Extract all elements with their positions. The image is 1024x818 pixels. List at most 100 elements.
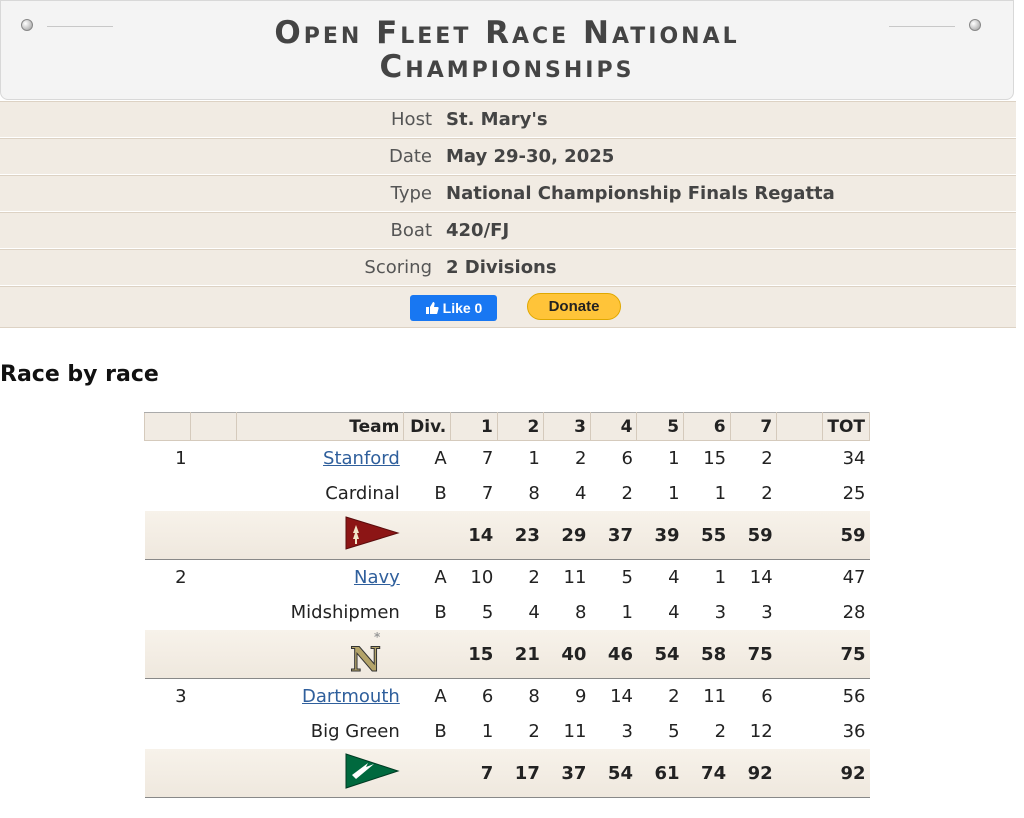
- cumulative-row: 717375461749292: [145, 749, 870, 798]
- table-row: [145, 798, 870, 818]
- race-score-cell: 10: [451, 560, 498, 596]
- division-cell: B: [404, 714, 451, 749]
- race-score-cell: 1: [497, 441, 544, 477]
- race-score-cell: 4: [544, 476, 591, 511]
- race-score-cell: 2: [730, 441, 777, 477]
- mascot-cell: Midshipmen: [236, 595, 403, 630]
- donate-button[interactable]: Donate: [527, 293, 621, 320]
- cumulative-score-cell: 55: [684, 511, 731, 560]
- col-race-4: 4: [590, 413, 637, 441]
- svg-text:N: N: [350, 640, 381, 673]
- cumulative-score-cell: 29: [544, 511, 591, 560]
- race-score-cell: 1: [637, 476, 684, 511]
- cumulative-row: 1423293739555959: [145, 511, 870, 560]
- cumulative-score-cell: 14: [451, 511, 498, 560]
- info-label: Scoring: [0, 257, 446, 278]
- race-score-cell: 2: [684, 714, 731, 749]
- race-score-cell: 4: [497, 595, 544, 630]
- pin-left-icon: [21, 19, 33, 31]
- race-score-cell: 4: [637, 595, 684, 630]
- regatta-banner: Open Fleet Race National Championships: [0, 0, 1014, 100]
- school-link[interactable]: Stanford: [323, 448, 400, 469]
- col-race-5: 5: [637, 413, 684, 441]
- social-bar: Like 0 Donate: [0, 286, 1016, 328]
- burgee-cell: [236, 511, 403, 560]
- race-score-cell: 15: [684, 441, 731, 477]
- info-boat: Boat 420/FJ: [0, 212, 1016, 249]
- cumulative-score-cell: 75: [730, 630, 777, 679]
- race-score-cell: 2: [497, 560, 544, 596]
- total-cell: 75: [822, 630, 869, 679]
- col-team: Team: [236, 413, 403, 441]
- info-type: Type National Championship Finals Regatt…: [0, 175, 1016, 212]
- cumulative-score-cell: 39: [637, 511, 684, 560]
- race-score-cell: 1: [684, 560, 731, 596]
- race-score-cell: 3: [730, 595, 777, 630]
- info-label: Boat: [0, 220, 446, 241]
- cumulative-score-cell: 46: [590, 630, 637, 679]
- thumbs-up-icon: [425, 301, 439, 315]
- table-row: 1StanfordA7126115234: [145, 441, 870, 477]
- race-score-cell: 14: [730, 560, 777, 596]
- info-label: Host: [0, 109, 446, 130]
- division-cell: B: [404, 476, 451, 511]
- rank-cell: 2: [145, 560, 191, 596]
- race-score-cell: 1: [637, 441, 684, 477]
- regatta-title: Open Fleet Race National Championships: [1, 16, 1013, 84]
- info-scoring: Scoring 2 Divisions: [0, 249, 1016, 286]
- divider: [47, 26, 113, 27]
- race-score-cell: 11: [684, 679, 731, 715]
- race-score-cell: 2: [637, 679, 684, 715]
- cumulative-score-cell: 58: [684, 630, 731, 679]
- school-link[interactable]: Navy: [354, 567, 400, 588]
- race-score-cell: 8: [497, 679, 544, 715]
- total-cell: 25: [822, 476, 869, 511]
- school-cell: Stanford: [236, 441, 403, 477]
- division-cell: A: [404, 679, 451, 715]
- cumulative-score-cell: 40: [544, 630, 591, 679]
- col-div: Div.: [404, 413, 451, 441]
- col-race-6: 6: [684, 413, 731, 441]
- table-row: MidshipmenB548143328: [145, 595, 870, 630]
- info-date: Date May 29-30, 2025: [0, 138, 1016, 175]
- cumulative-row: *N1521404654587575: [145, 630, 870, 679]
- regatta-info: Host St. Mary's Date May 29-30, 2025 Typ…: [0, 101, 1016, 328]
- race-score-cell: 4: [637, 560, 684, 596]
- col-total: TOT: [822, 413, 869, 441]
- total-cell: 59: [822, 511, 869, 560]
- total-cell: 92: [822, 749, 869, 798]
- race-score-cell: 1: [590, 595, 637, 630]
- race-score-cell: 11: [544, 560, 591, 596]
- race-score-cell: 5: [451, 595, 498, 630]
- total-cell: 56: [822, 679, 869, 715]
- info-value: May 29-30, 2025: [446, 146, 614, 167]
- table-header-row: Team Div. 1 2 3 4 5 6 7 TOT: [145, 413, 870, 441]
- col-race-3: 3: [544, 413, 591, 441]
- cumulative-score-cell: 92: [730, 749, 777, 798]
- school-link[interactable]: Dartmouth: [302, 686, 400, 707]
- race-score-cell: 8: [497, 476, 544, 511]
- col-race-1: 1: [451, 413, 498, 441]
- mascot-cell: Cardinal: [236, 476, 403, 511]
- table-body: 1StanfordA7126115234CardinalB78421122514…: [145, 441, 870, 818]
- facebook-like-button[interactable]: Like 0: [410, 295, 497, 321]
- race-score-cell: 2: [730, 476, 777, 511]
- cumulative-score-cell: 7: [451, 749, 498, 798]
- race-score-cell: 1: [451, 714, 498, 749]
- table-row: 2NavyA102115411447: [145, 560, 870, 596]
- race-score-cell: 14: [590, 679, 637, 715]
- section-title: Race by race: [0, 362, 159, 387]
- race-score-cell: 9: [544, 679, 591, 715]
- cumulative-score-cell: 61: [637, 749, 684, 798]
- cumulative-score-cell: 21: [497, 630, 544, 679]
- division-cell: B: [404, 595, 451, 630]
- pin-right-icon: [969, 19, 981, 31]
- race-by-race-table: Team Div. 1 2 3 4 5 6 7 TOT 1StanfordA71…: [144, 412, 870, 818]
- school-cell: Dartmouth: [236, 679, 403, 715]
- table-row: Big GreenB12113521236: [145, 714, 870, 749]
- race-score-cell: 6: [590, 441, 637, 477]
- race-score-cell: 6: [730, 679, 777, 715]
- burgee-icon: [344, 753, 400, 794]
- race-score-cell: 2: [590, 476, 637, 511]
- race-score-cell: 2: [544, 441, 591, 477]
